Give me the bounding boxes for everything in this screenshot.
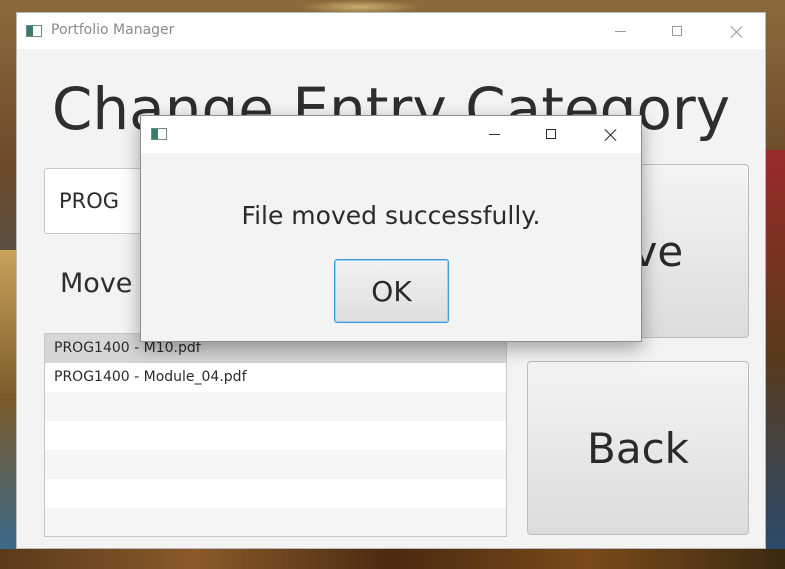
dialog-message: File moved successfully.: [241, 201, 541, 230]
maximize-icon: [546, 129, 556, 139]
desktop-wallpaper-bottom: [0, 549, 785, 569]
close-button[interactable]: [713, 13, 759, 49]
empty-list-row: [45, 450, 506, 479]
category-input[interactable]: PROG: [44, 168, 144, 234]
list-item[interactable]: PROG1400 - Module_04.pdf: [45, 363, 506, 392]
close-icon: [730, 25, 743, 38]
minimize-icon: [488, 133, 500, 135]
empty-list-row: [45, 421, 506, 450]
file-list[interactable]: PROG1400 - M10.pdf PROG1400 - Module_04.…: [44, 333, 507, 537]
dialog-minimize-button[interactable]: [471, 116, 517, 152]
app-window-icon: [151, 128, 167, 140]
dialog-maximize-button[interactable]: [528, 116, 574, 152]
maximize-button[interactable]: [654, 13, 700, 49]
empty-list-row: [45, 392, 506, 421]
back-button[interactable]: Back: [527, 361, 749, 535]
empty-list-row: [45, 508, 506, 536]
ok-button-label: OK: [371, 274, 412, 308]
main-titlebar[interactable]: Portfolio Manager: [17, 13, 765, 49]
message-dialog: File moved successfully. OK: [140, 115, 642, 342]
dialog-titlebar[interactable]: [141, 116, 641, 153]
desktop-wallpaper-left: [0, 250, 16, 550]
back-button-label: Back: [587, 423, 689, 473]
ok-button[interactable]: OK: [334, 259, 449, 323]
empty-list-row: [45, 479, 506, 508]
maximize-icon: [672, 26, 682, 36]
app-window-icon: [26, 25, 42, 37]
window-title: Portfolio Manager: [51, 22, 175, 38]
minimize-icon: [614, 30, 626, 32]
dialog-close-button[interactable]: [587, 116, 633, 152]
move-label: Move: [60, 268, 133, 299]
close-icon: [604, 128, 617, 141]
desktop-wallpaper-right: [765, 150, 785, 550]
minimize-button[interactable]: [597, 13, 643, 49]
